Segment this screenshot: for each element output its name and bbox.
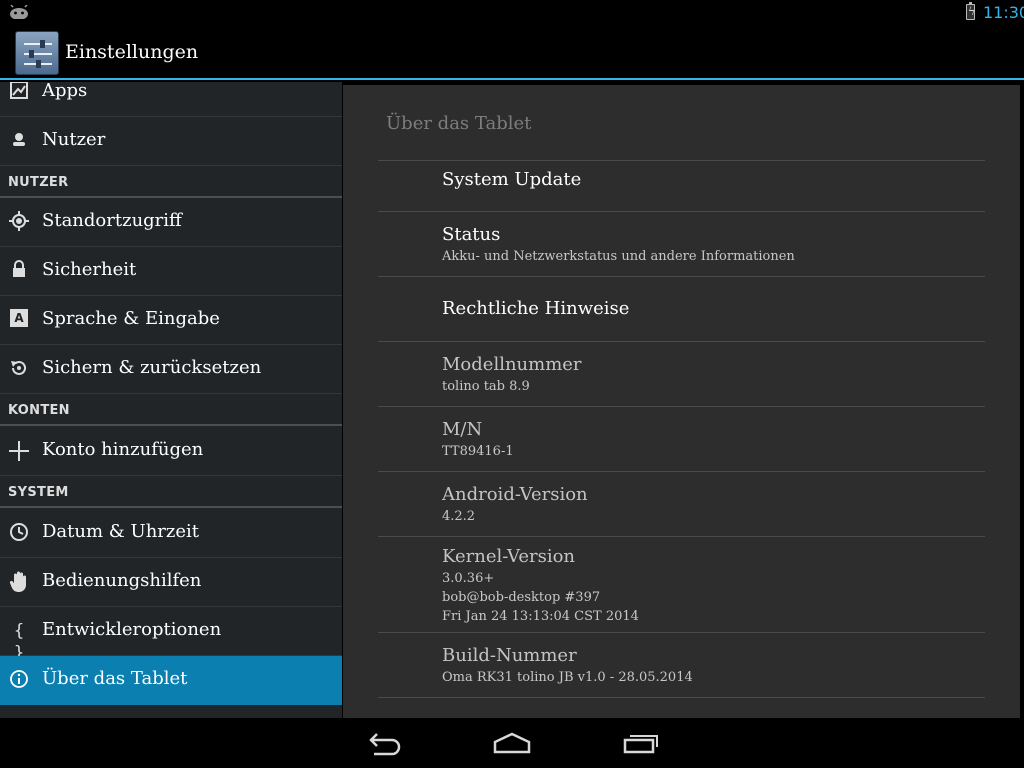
braces-icon: { }	[13, 621, 25, 663]
app-title: Einstellungen	[65, 41, 199, 63]
page-title: Über das Tablet	[386, 113, 532, 134]
battery-charging-icon: ϟ	[966, 2, 976, 20]
row-value-line: bob@bob-desktop #397	[442, 590, 601, 605]
row-value: tolino tab 8.9	[442, 379, 530, 394]
row-title: Kernel-Version	[442, 546, 576, 567]
row-value-line: 3.0.36+	[442, 571, 495, 586]
hand-icon	[8, 571, 30, 593]
row-kernel-version: Kernel-Version 3.0.36+ bob@bob-desktop #…	[378, 536, 985, 632]
backup-icon	[8, 358, 30, 380]
row-mn: M/N TT89416-1	[378, 406, 985, 471]
clock-icon	[8, 522, 30, 544]
sidebar-item-label: Sichern & zurücksetzen	[42, 357, 262, 378]
plus-icon	[8, 440, 30, 462]
sidebar-item-datum-uhrzeit[interactable]: Datum & Uhrzeit	[0, 509, 342, 558]
sidebar-item-nutzer[interactable]: Nutzer	[0, 117, 342, 166]
sidebar-item-label: Sprache & Eingabe	[42, 308, 220, 329]
row-title: System Update	[442, 169, 582, 190]
row-subtitle: Akku- und Netzwerkstatus und andere Info…	[442, 249, 795, 264]
row-title: Rechtliche Hinweise	[442, 298, 630, 319]
row-status[interactable]: Status Akku- und Netzwerkstatus und ande…	[378, 211, 985, 276]
row-build-nummer[interactable]: Build-Nummer Oma RK31 tolino JB v1.0 - 2…	[378, 632, 985, 697]
sidebar-item-label: Entwickleroptionen	[42, 619, 222, 640]
row-value: TT89416-1	[442, 444, 514, 459]
sidebar-item-label: Konto hinzufügen	[42, 439, 204, 460]
status-bar: ϟ 11:30	[0, 0, 1024, 25]
svg-text:A: A	[14, 311, 24, 325]
row-value: Oma RK31 tolino JB v1.0 - 28.05.2014	[442, 670, 693, 685]
sidebar-item-standortzugriff[interactable]: Standortzugriff	[0, 198, 342, 247]
row-title: Build-Nummer	[442, 645, 577, 666]
sidebar-item-ueber-das-tablet[interactable]: Über das Tablet	[0, 656, 342, 705]
location-icon	[8, 211, 30, 233]
row-value: 4.2.2	[442, 509, 476, 524]
settings-sliders-icon[interactable]	[15, 31, 59, 75]
android-debug-icon	[10, 5, 28, 19]
sidebar-header-system: SYSTEM	[0, 476, 342, 508]
list-divider	[378, 697, 985, 698]
row-value-line: Fri Jan 24 13:13:04 CST 2014	[442, 609, 639, 624]
row-rechtliche-hinweise[interactable]: Rechtliche Hinweise	[378, 276, 985, 341]
sidebar-item-label: Apps	[42, 82, 88, 101]
sidebar-item-label: Bedienungshilfen	[42, 570, 202, 591]
sidebar-item-label: Sicherheit	[42, 259, 137, 280]
action-bar: Einstellungen	[0, 25, 1024, 80]
navigation-bar	[0, 718, 1024, 768]
sidebar-item-sichern-zuruecksetzen[interactable]: Sichern & zurücksetzen	[0, 345, 342, 394]
sidebar-item-konto-hinzufuegen[interactable]: Konto hinzufügen	[0, 427, 342, 476]
sidebar-item-label: Datum & Uhrzeit	[42, 521, 200, 542]
sidebar-item-label: Standortzugriff	[42, 210, 182, 231]
apps-icon	[8, 82, 30, 103]
back-icon[interactable]	[364, 730, 404, 756]
row-modellnummer: Modellnummer tolino tab 8.9	[378, 341, 985, 406]
home-icon[interactable]	[492, 730, 532, 756]
sidebar-item-apps[interactable]: Apps	[0, 82, 342, 117]
row-title: Android-Version	[442, 484, 588, 505]
sidebar-item-sprache-eingabe[interactable]: A Sprache & Eingabe	[0, 296, 342, 345]
sidebar-header-konten: KONTEN	[0, 394, 342, 426]
sidebar-header-nutzer: NUTZER	[0, 166, 342, 198]
lock-icon	[8, 260, 30, 282]
settings-sidebar: Apps Nutzer NUTZER Standortzugriff Siche…	[0, 82, 342, 719]
sidebar-item-sicherheit[interactable]: Sicherheit	[0, 247, 342, 296]
sidebar-item-bedienungshilfen[interactable]: Bedienungshilfen	[0, 558, 342, 607]
sidebar-item-label: Über das Tablet	[42, 668, 188, 689]
row-system-update[interactable]: System Update	[378, 160, 985, 211]
recent-apps-icon[interactable]	[621, 730, 661, 756]
row-android-version[interactable]: Android-Version 4.2.2	[378, 471, 985, 536]
status-clock: 11:30	[983, 3, 1024, 22]
row-title: Status	[442, 224, 501, 245]
sidebar-item-label: Nutzer	[42, 129, 106, 150]
user-icon	[8, 130, 30, 152]
about-tablet-panel: Über das Tablet System Update Status Akk…	[343, 85, 1020, 718]
language-icon: A	[8, 309, 30, 331]
row-title: Modellnummer	[442, 354, 582, 375]
info-icon	[8, 669, 30, 691]
sidebar-item-entwickleroptionen[interactable]: { } Entwickleroptionen	[0, 607, 342, 663]
row-title: M/N	[442, 419, 483, 440]
